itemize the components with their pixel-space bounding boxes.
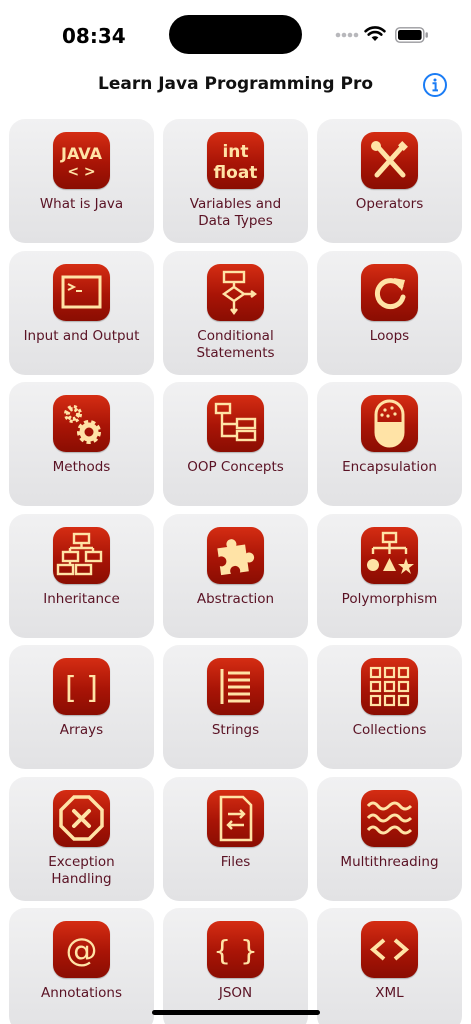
flowchart-icon	[207, 263, 264, 321]
svg-text:int: int	[222, 142, 248, 162]
topic-tile-multithreading[interactable]: Multithreading	[317, 776, 462, 901]
topic-label: Input and Output	[23, 327, 140, 344]
int-float-icon: int float	[207, 132, 264, 189]
nav-title: Learn Java Programming Pro	[97, 74, 374, 94]
wifi-icon	[364, 26, 386, 41]
svg-text:{ }: { }	[213, 934, 258, 967]
topic-label: Annotations	[40, 985, 123, 1001]
grid-icon	[361, 658, 418, 715]
octagon-x-icon	[53, 789, 110, 847]
topic-tile-strings[interactable]: Strings	[163, 645, 308, 769]
topic-tile-variables-and-data-types[interactable]: int float Variables and Data Types	[163, 119, 308, 243]
topic-label: Collections	[352, 722, 427, 738]
topic-label: Files	[220, 853, 251, 870]
topic-label: Abstraction	[196, 590, 275, 607]
topic-tile-exception-handling[interactable]: Exception Handling	[9, 776, 154, 901]
topic-tile-methods[interactable]: Methods	[9, 382, 154, 506]
topic-tile-annotations[interactable]: @ Annotations	[9, 908, 154, 1024]
home-indicator	[152, 1010, 320, 1015]
topic-tile-json[interactable]: { } JSON	[163, 908, 308, 1024]
topic-label: Multithreading	[340, 853, 439, 870]
svg-text:JAVA: JAVA	[60, 144, 103, 163]
topic-tile-xml[interactable]: XML	[317, 908, 462, 1024]
brackets-icon: [ ]	[53, 658, 110, 715]
loop-arrow-icon	[361, 263, 418, 321]
waves-icon	[361, 789, 418, 847]
tools-icon	[361, 132, 418, 189]
shapes-tree-icon	[361, 526, 418, 584]
topic-label: Encapsulation	[342, 459, 437, 475]
topic-tile-what-is-java[interactable]: JAVA < > What is Java	[9, 119, 154, 243]
topic-label: Conditional Statements	[196, 327, 275, 361]
topic-tile-operators[interactable]: Operators	[317, 119, 462, 243]
battery-icon	[395, 27, 428, 43]
topic-tile-oop-concepts[interactable]: OOP Concepts	[163, 382, 308, 506]
topic-label: Inheritance	[43, 590, 120, 607]
topic-tile-abstraction[interactable]: Abstraction	[163, 513, 308, 638]
topic-label: XML	[375, 985, 404, 1001]
topic-label: Arrays	[59, 722, 104, 738]
topic-label: JSON	[218, 985, 253, 1001]
topic-label: Variables and Data Types	[189, 196, 282, 229]
text-lines-icon	[207, 658, 264, 715]
topic-tile-polymorphism[interactable]: Polymorphism	[317, 513, 462, 638]
dynamic-island	[169, 15, 302, 54]
app-screen: 08:34 Learn Java Programming Pro JAVA < >…	[0, 0, 471, 1024]
svg-text:[ ]: [ ]	[65, 671, 98, 706]
at-sign-icon: @	[53, 921, 110, 978]
topic-tile-loops[interactable]: Loops	[317, 250, 462, 375]
java-text-icon: JAVA < >	[53, 132, 110, 189]
terminal-icon	[53, 263, 110, 321]
topic-tile-inheritance[interactable]: Inheritance	[9, 513, 154, 638]
gears-icon	[53, 395, 110, 452]
signal-dots-icon	[335, 32, 359, 38]
puzzle-icon	[207, 526, 264, 584]
class-diagram-icon	[207, 395, 264, 452]
capsule-icon	[361, 395, 418, 452]
info-circle-icon[interactable]	[422, 72, 448, 98]
topic-label: Loops	[369, 327, 410, 344]
file-arrows-icon	[207, 789, 264, 847]
topic-tile-files[interactable]: Files	[163, 776, 308, 901]
topic-tile-arrays[interactable]: [ ] Arrays	[9, 645, 154, 769]
topic-tile-conditional-statements[interactable]: Conditional Statements	[163, 250, 308, 375]
topic-label: Operators	[355, 196, 424, 212]
topic-label: Methods	[52, 459, 111, 475]
braces-icon: { }	[207, 921, 264, 978]
status-bar: 08:34	[0, 0, 471, 62]
status-time: 08:34	[62, 24, 126, 48]
topic-label: Polymorphism	[341, 590, 438, 607]
topic-tile-input-and-output[interactable]: Input and Output	[9, 250, 154, 375]
svg-text:< >: < >	[67, 164, 95, 180]
topic-tile-collections[interactable]: Collections	[317, 645, 462, 769]
svg-text:float: float	[214, 163, 258, 183]
topic-label: Exception Handling	[48, 853, 115, 887]
topic-label: What is Java	[39, 196, 124, 212]
angle-brackets-icon	[361, 921, 418, 978]
svg-text:@: @	[66, 931, 98, 969]
topic-tile-encapsulation[interactable]: Encapsulation	[317, 382, 462, 506]
topic-label: Strings	[211, 722, 260, 738]
topic-label: OOP Concepts	[187, 459, 284, 475]
hierarchy-icon	[53, 526, 110, 584]
